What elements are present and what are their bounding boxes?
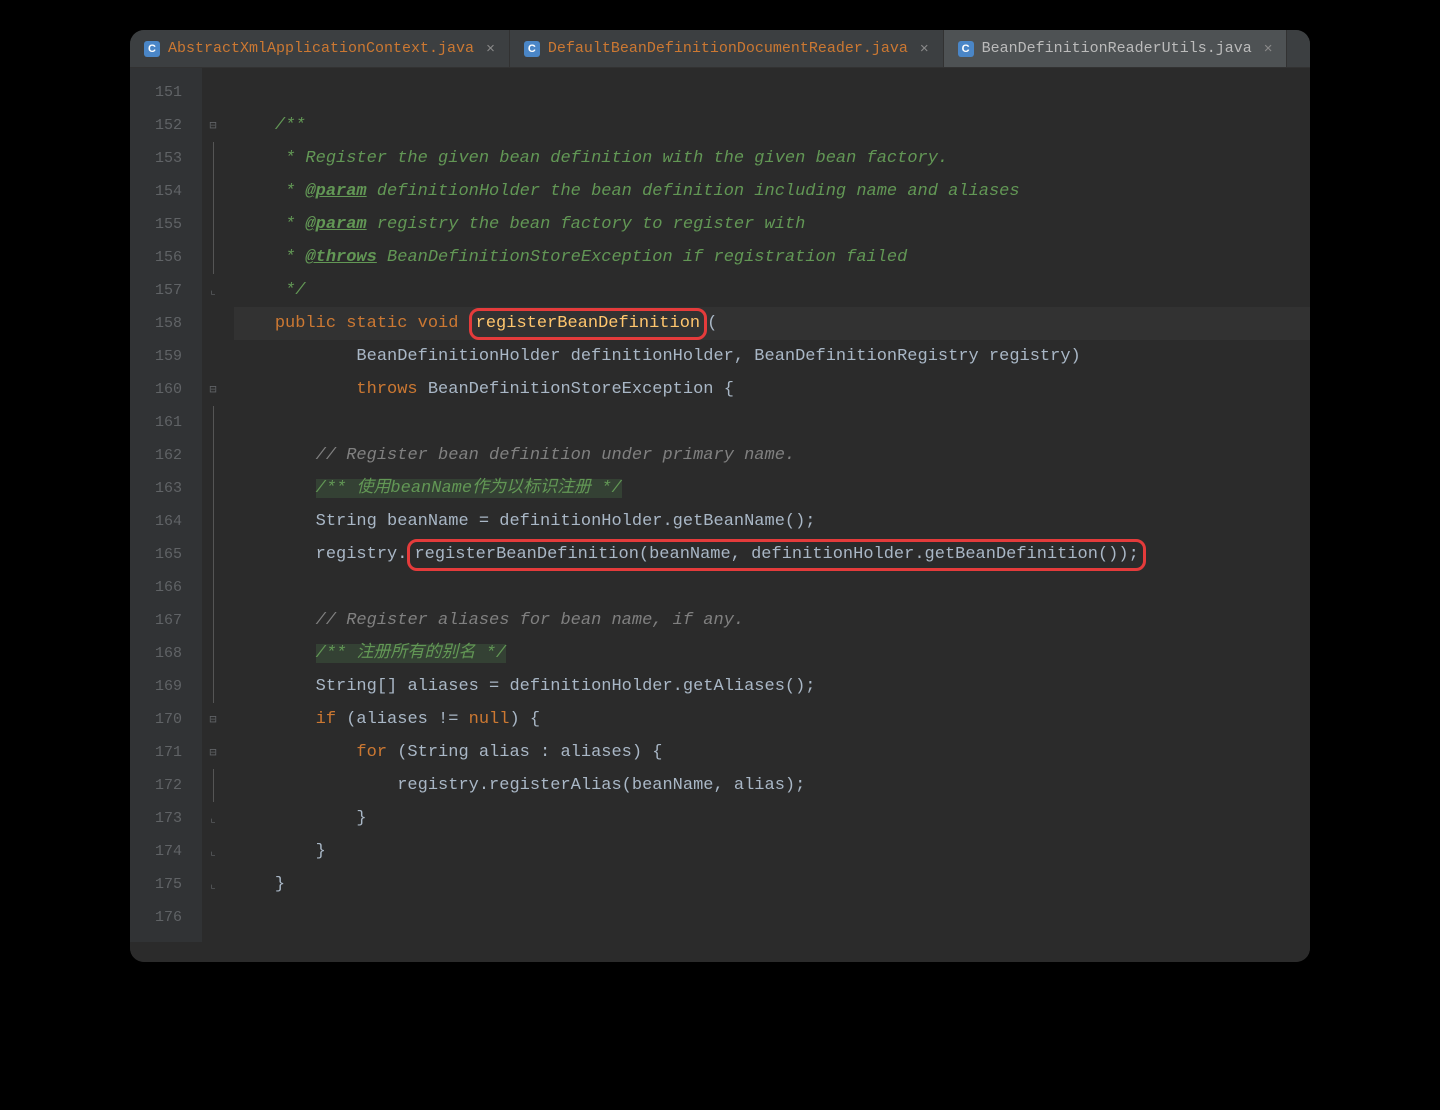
fold-marker [202,307,224,340]
line-number: 174 [130,835,202,868]
fold-close-icon[interactable]: ⌞ [202,802,224,835]
line-number: 156 [130,241,202,274]
fold-line [202,505,224,538]
code-line: for (String alias : aliases) { [234,736,1310,769]
java-class-icon: C [524,41,540,57]
line-number: 173 [130,802,202,835]
editor-window: C AbstractXmlApplicationContext.java × C… [130,30,1310,962]
code-line: String beanName = definitionHolder.getBe… [234,505,1310,538]
code-line: BeanDefinitionHolder definitionHolder, B… [234,340,1310,373]
fold-line [202,439,224,472]
code-line [234,76,1310,109]
code-line: /** 注册所有的别名 */ [234,637,1310,670]
tab-label: AbstractXmlApplicationContext.java [168,40,474,57]
code-line: } [234,868,1310,901]
line-number: 152 [130,109,202,142]
tab-bean-definition-reader[interactable]: C BeanDefinitionReaderUtils.java × [944,30,1288,67]
fold-marker [202,76,224,109]
close-icon[interactable]: × [486,40,495,57]
fold-open-icon[interactable]: ⊟ [202,373,224,406]
fold-open-icon[interactable]: ⊟ [202,109,224,142]
code-line: } [234,802,1310,835]
tab-label: DefaultBeanDefinitionDocumentReader.java [548,40,908,57]
fold-open-icon[interactable]: ⊟ [202,703,224,736]
code-line [234,571,1310,604]
fold-close-icon[interactable]: ⌞ [202,868,224,901]
line-number: 159 [130,340,202,373]
code-line: * @throws BeanDefinitionStoreException i… [234,241,1310,274]
line-number: 168 [130,637,202,670]
code-line: /** 使用beanName作为以标识注册 */ [234,472,1310,505]
code-line: registry.registerBeanDefinition(beanName… [234,538,1310,571]
close-icon[interactable]: × [920,40,929,57]
fold-line [202,241,224,274]
code-line: String[] aliases = definitionHolder.getA… [234,670,1310,703]
line-number: 158 [130,307,202,340]
line-number: 163 [130,472,202,505]
line-number: 172 [130,769,202,802]
fold-line [202,406,224,439]
line-number: 176 [130,901,202,934]
code-line: * @param registry the bean factory to re… [234,208,1310,241]
line-number: 154 [130,175,202,208]
tab-bar: C AbstractXmlApplicationContext.java × C… [130,30,1310,68]
tab-abstract-xml[interactable]: C AbstractXmlApplicationContext.java × [130,30,510,67]
code-area: 151 152 153 154 155 156 157 158 159 160 … [130,68,1310,962]
java-class-icon: C [144,41,160,57]
fold-line [202,142,224,175]
highlight-call: registerBeanDefinition(beanName, definit… [407,539,1145,571]
line-number: 151 [130,76,202,109]
line-number: 169 [130,670,202,703]
line-number: 166 [130,571,202,604]
fold-strip: ⊟ ⌞ ⊟ ⊟ ⊟ ⌞ ⌞ ⌞ [202,68,224,942]
code-line-highlighted: public static void registerBeanDefinitio… [234,307,1310,340]
fold-line [202,208,224,241]
fold-line [202,472,224,505]
fold-line [202,538,224,571]
code-line [234,406,1310,439]
tab-label: BeanDefinitionReaderUtils.java [982,40,1252,57]
fold-marker [202,901,224,934]
fold-line [202,604,224,637]
line-number: 157 [130,274,202,307]
line-number: 161 [130,406,202,439]
code-line: * @param definitionHolder the bean defin… [234,175,1310,208]
java-class-icon: C [958,41,974,57]
code-line: * Register the given bean definition wit… [234,142,1310,175]
line-number: 155 [130,208,202,241]
fold-close-icon[interactable]: ⌞ [202,835,224,868]
line-number: 167 [130,604,202,637]
line-number: 165 [130,538,202,571]
fold-line [202,670,224,703]
code-content[interactable]: /** * Register the given bean definition… [224,68,1310,942]
fold-close-icon[interactable]: ⌞ [202,274,224,307]
highlight-method-name: registerBeanDefinition [469,308,707,340]
line-number: 164 [130,505,202,538]
fold-line [202,571,224,604]
line-number: 175 [130,868,202,901]
fold-line [202,637,224,670]
fold-line [202,769,224,802]
tab-default-bean[interactable]: C DefaultBeanDefinitionDocumentReader.ja… [510,30,944,67]
line-number: 153 [130,142,202,175]
code-line: throws BeanDefinitionStoreException { [234,373,1310,406]
code-line: } [234,835,1310,868]
code-line [234,901,1310,934]
code-line: // Register bean definition under primar… [234,439,1310,472]
line-number: 160 [130,373,202,406]
code-line: if (aliases != null) { [234,703,1310,736]
fold-line [202,175,224,208]
fold-open-icon[interactable]: ⊟ [202,736,224,769]
fold-marker [202,340,224,373]
line-number: 170 [130,703,202,736]
code-line: registry.registerAlias(beanName, alias); [234,769,1310,802]
code-line: /** [234,109,1310,142]
line-number-gutter: 151 152 153 154 155 156 157 158 159 160 … [130,68,202,942]
code-line: */ [234,274,1310,307]
code-line: // Register aliases for bean name, if an… [234,604,1310,637]
line-number: 171 [130,736,202,769]
close-icon[interactable]: × [1264,40,1273,57]
line-number: 162 [130,439,202,472]
